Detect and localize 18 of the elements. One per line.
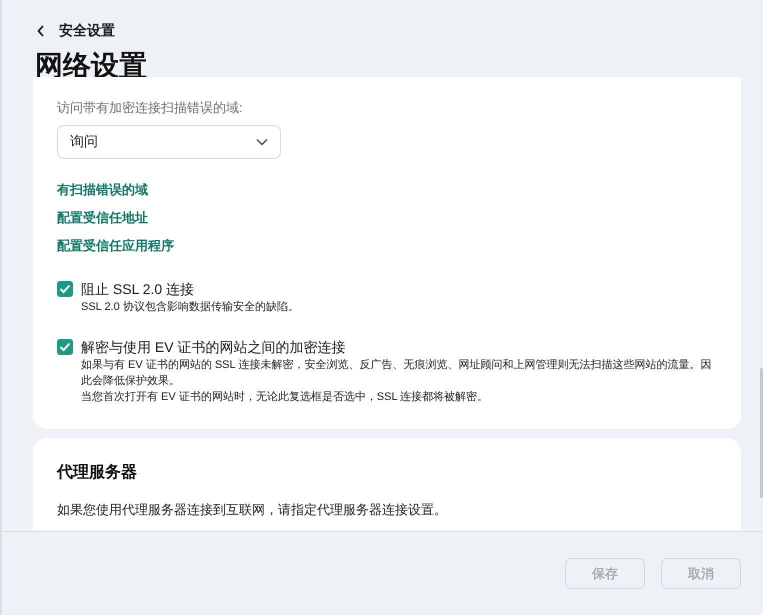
checkbox[interactable] [57,281,73,297]
breadcrumb-link[interactable]: 安全设置 [59,22,115,40]
option-description: 如果与有 EV 证书的网站的 SSL 连接未解密，安全浏览、反广告、无痕浏览、网址顾问和上网管理则无法扫描这些网站的流量。因此会降低保护效果。 [81,358,712,389]
field-label: 访问带有加密连接扫描错误的域: [57,99,244,117]
checkbox-label: 解密与使用 EV 证书的网站之间的加密连接 [81,338,346,357]
section-title: 代理服务器 [57,462,138,483]
settings-link[interactable]: 配置受信任地址 [57,209,148,227]
scrollbar-thumb[interactable] [760,368,763,498]
settings-link[interactable]: 配置受信任应用程序 [57,237,174,255]
section-description: 如果您使用代理服务器连接到互联网，请指定代理服务器连接设置。 [57,501,448,519]
chevron-down-icon [256,138,268,146]
dropdown[interactable]: 询问 [57,125,281,159]
checkbox[interactable] [57,339,73,355]
checkbox-label: 阻止 SSL 2.0 连接 [81,280,196,299]
page-title: 网络设置 [35,49,148,83]
option-description: SSL 2.0 协议包含影响数据传输安全的缺陷。 [81,300,299,315]
settings-link[interactable]: 有扫描错误的域 [57,181,148,199]
option-description: 当您首次打开有 EV 证书的网站时，无论此复选框是否选中，SSL 连接都将被解密。 [81,390,490,405]
